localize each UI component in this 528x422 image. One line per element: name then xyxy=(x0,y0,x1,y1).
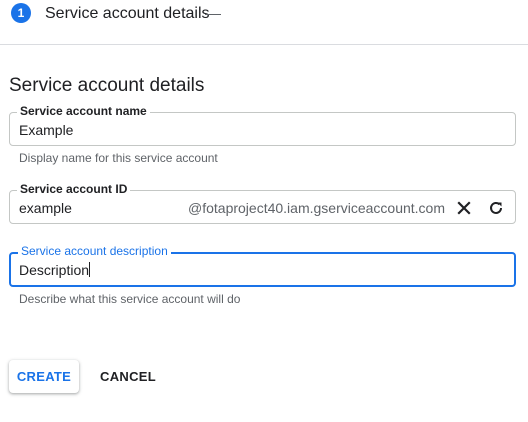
stepper: 1 Service account details xyxy=(0,0,528,44)
service-account-name-field[interactable]: Service account name Example xyxy=(9,104,516,146)
service-account-name-label: Service account name xyxy=(17,104,150,118)
text-caret xyxy=(89,262,91,277)
service-account-name-input[interactable]: Example xyxy=(19,122,73,138)
step-label[interactable]: Service account details xyxy=(45,5,210,23)
service-account-id-label: Service account ID xyxy=(17,182,131,196)
service-account-description-hint: Describe what this service account will … xyxy=(19,292,241,306)
service-account-description-field[interactable]: Service account description Description xyxy=(9,244,516,287)
refresh-icon[interactable] xyxy=(485,197,507,219)
section-title: Service account details xyxy=(9,75,205,96)
service-account-name-hint: Display name for this service account xyxy=(19,151,218,165)
service-account-description-input[interactable]: Description xyxy=(19,262,89,278)
step-connector-line xyxy=(205,14,221,15)
service-account-id-field[interactable]: Service account ID example @fotaproject4… xyxy=(9,182,516,224)
create-button[interactable]: CREATE xyxy=(9,360,79,393)
header-divider xyxy=(0,44,528,45)
cancel-button[interactable]: CANCEL xyxy=(96,360,160,393)
close-icon-glyph xyxy=(457,201,471,215)
service-account-id-suffix: @fotaproject40.iam.gserviceaccount.com xyxy=(188,200,445,216)
service-account-description-input-wrap[interactable]: Description xyxy=(19,262,91,278)
service-account-id-input[interactable]: example xyxy=(19,200,72,216)
service-account-description-label: Service account description xyxy=(18,244,171,258)
step-number-badge: 1 xyxy=(11,3,31,23)
close-icon[interactable] xyxy=(453,197,475,219)
refresh-icon-glyph xyxy=(490,201,502,214)
